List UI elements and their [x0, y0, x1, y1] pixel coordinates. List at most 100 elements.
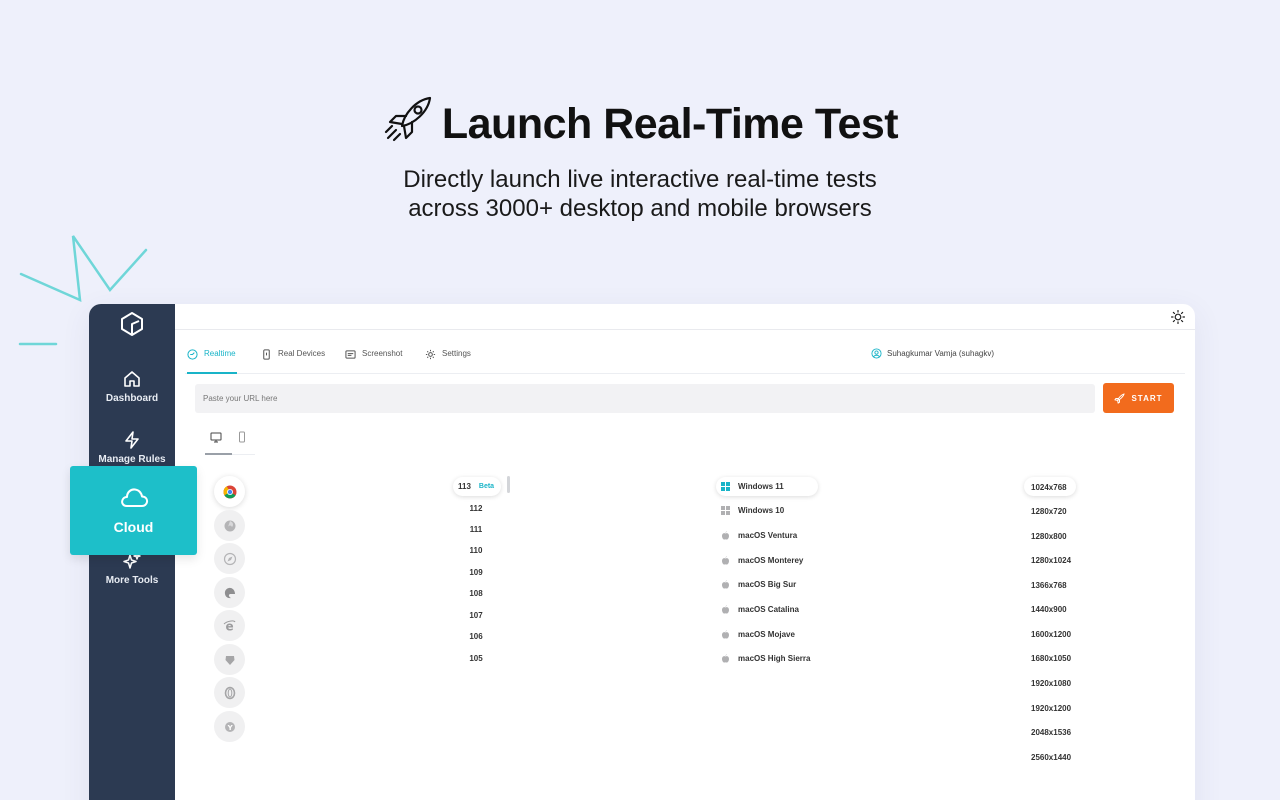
cloud-icon	[120, 488, 148, 507]
os-item[interactable]: macOS Mojave	[721, 630, 795, 639]
phone-icon	[263, 349, 270, 360]
start-button[interactable]: START	[1103, 383, 1174, 413]
os-item[interactable]: macOS Monterey	[721, 556, 803, 565]
sidebar-item-cloud[interactable]: Cloud	[70, 466, 197, 555]
yandex-icon: Y	[224, 721, 235, 732]
resolution-item[interactable]: 1280x720	[1031, 507, 1067, 516]
browser-opera[interactable]	[214, 677, 245, 708]
firefox-icon	[224, 520, 235, 531]
desktop-icon[interactable]	[210, 431, 222, 443]
tab-label: Realtime	[204, 349, 236, 358]
browser-brave[interactable]	[214, 644, 245, 675]
hero-subtitle-line2: across 3000+ desktop and mobile browsers	[408, 195, 872, 222]
apple-icon	[722, 580, 729, 589]
rocket-icon	[1114, 392, 1126, 404]
browser-safari[interactable]	[214, 543, 245, 574]
top-bar	[175, 304, 1195, 330]
tab-realtime[interactable]: Realtime	[187, 346, 237, 374]
resolution-item[interactable]: 1440x900	[1031, 605, 1067, 614]
resolution-item[interactable]: 1920x1200	[1031, 704, 1071, 713]
apple-icon	[722, 630, 729, 639]
os-item[interactable]: macOS Catalina	[721, 605, 799, 614]
active-tab-indicator	[205, 453, 232, 455]
user-icon	[871, 348, 882, 359]
resolution-item[interactable]: 1600x1200	[1031, 630, 1071, 639]
resolution-item[interactable]: 2560x1440	[1031, 753, 1071, 762]
user-account[interactable]: Suhagkumar Vamja (suhagkv)	[871, 348, 994, 359]
rocket-icon	[382, 92, 436, 157]
tab-label: Screenshot	[362, 349, 403, 358]
version-item[interactable]: 112	[462, 504, 490, 513]
os-label: Windows 10	[738, 506, 785, 515]
os-label: macOS Catalina	[738, 605, 799, 614]
tab-screenshot[interactable]: Screenshot	[345, 346, 402, 374]
tab-label: Settings	[442, 349, 471, 358]
start-button-label: START	[1131, 393, 1163, 403]
version-selected[interactable]: 113 Beta	[453, 477, 501, 496]
version-item[interactable]: 109	[462, 568, 490, 577]
windows-icon	[721, 506, 730, 515]
tab-label: Real Devices	[278, 349, 326, 358]
browser-yandex[interactable]: Y	[214, 711, 245, 742]
resolution-item-selected[interactable]: 1024x768	[1031, 483, 1067, 492]
gear-icon	[425, 349, 436, 360]
os-label: macOS Ventura	[738, 531, 798, 540]
url-input[interactable]	[195, 384, 1095, 413]
test-type-tabs: Realtime Real Devices Screenshot Setting…	[185, 346, 1185, 374]
os-label: macOS Mojave	[738, 630, 795, 639]
version-value: 113	[458, 482, 471, 491]
opera-icon	[224, 686, 235, 699]
apple-icon	[722, 556, 729, 565]
windows-icon	[721, 482, 730, 491]
sidebar-item-more-tools[interactable]: More Tools	[89, 552, 175, 586]
version-item[interactable]: 108	[462, 589, 490, 598]
browser-edge[interactable]	[214, 577, 245, 608]
browser-chrome[interactable]	[214, 476, 245, 507]
version-item[interactable]: 106	[462, 632, 490, 641]
version-item[interactable]: 111	[462, 525, 490, 534]
hero-title: Launch Real-Time Test	[441, 100, 899, 148]
mobile-icon[interactable]	[236, 431, 248, 443]
tab-real-devices[interactable]: Real Devices	[261, 346, 325, 374]
resolution-item[interactable]: 1680x1050	[1031, 654, 1071, 663]
os-label: macOS High Sierra	[738, 654, 811, 663]
theme-toggle-sun-icon[interactable]	[1171, 310, 1185, 324]
sidebar-item-dashboard[interactable]: Dashboard	[89, 370, 175, 404]
lightning-icon	[125, 431, 139, 449]
hero-subtitle: Directly launch live interactive real-ti…	[0, 165, 1280, 223]
apple-icon	[722, 531, 729, 540]
version-item[interactable]: 107	[462, 611, 490, 620]
ie-icon: e	[223, 619, 235, 633]
app-logo-icon	[121, 312, 143, 336]
browser-firefox[interactable]	[214, 510, 245, 541]
browser-ie[interactable]: e	[214, 610, 245, 641]
os-item[interactable]: macOS Big Sur	[721, 580, 796, 589]
user-name: Suhagkumar Vamja (suhagkv)	[887, 349, 995, 358]
sidebar-item-label: More Tools	[105, 575, 159, 586]
resolution-item[interactable]: 1280x1024	[1031, 556, 1071, 565]
resolution-item[interactable]: 1920x1080	[1031, 679, 1071, 688]
device-type-tabs	[205, 429, 255, 455]
app-window: Dashboard Manage Rules More Tools Realti…	[89, 304, 1195, 800]
os-item[interactable]: macOS High Sierra	[721, 654, 810, 663]
os-label: macOS Big Sur	[738, 580, 797, 589]
os-item-selected[interactable]: Windows 11	[721, 482, 784, 491]
resolution-item[interactable]: 1366x768	[1031, 581, 1067, 590]
sidebar-item-manage-rules[interactable]: Manage Rules	[89, 431, 175, 465]
resolution-item[interactable]: 1280x800	[1031, 532, 1067, 541]
version-item[interactable]: 105	[462, 654, 490, 663]
os-item[interactable]: Windows 10	[721, 506, 784, 515]
sidebar-item-label: Dashboard	[105, 393, 159, 404]
apple-icon	[722, 605, 729, 614]
apple-icon	[722, 654, 729, 663]
edge-icon	[224, 587, 235, 598]
os-item[interactable]: macOS Ventura	[721, 531, 797, 540]
version-item[interactable]: 110	[462, 546, 490, 555]
hero-section: Launch Real-Time Test Directly launch li…	[0, 92, 1280, 223]
os-label: macOS Monterey	[738, 556, 804, 565]
resolution-item[interactable]: 2048x1536	[1031, 728, 1071, 737]
tab-settings[interactable]: Settings	[425, 346, 471, 374]
safari-icon	[223, 552, 236, 565]
version-scrollbar[interactable]	[507, 476, 510, 493]
clock-icon	[187, 349, 198, 360]
